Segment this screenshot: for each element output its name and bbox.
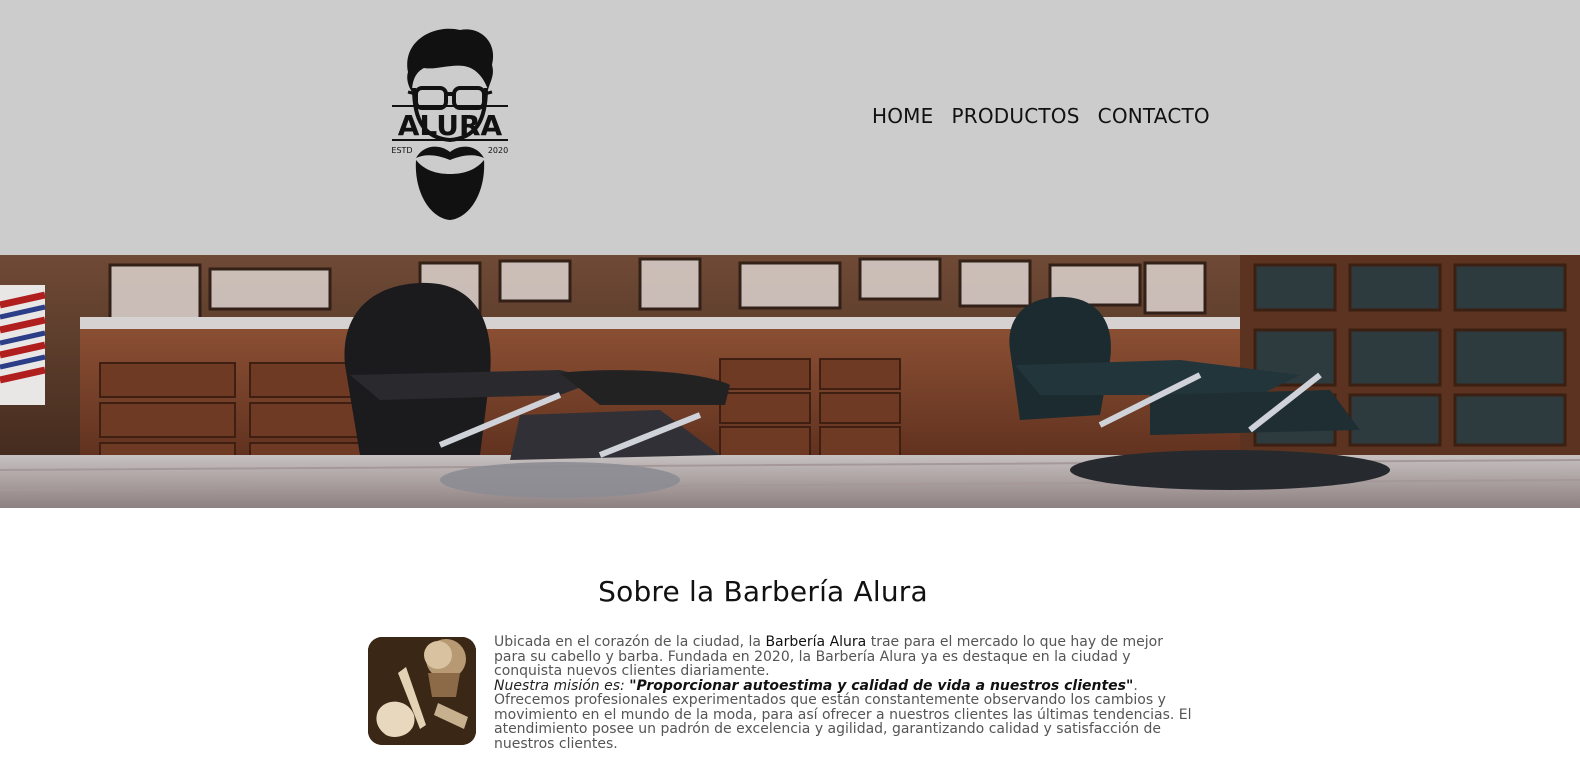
shaving-brush-icon	[368, 637, 476, 745]
nav-productos-link[interactable]: PRODUCTOS	[951, 104, 1079, 128]
main-nav: HOME PRODUCTOS CONTACTO	[872, 104, 1210, 128]
about-title: Sobre la Barbería Alura	[598, 575, 928, 608]
about-p2: Ofrecemos profesionales experimentados q…	[494, 692, 1192, 752]
nav-home-link[interactable]: HOME	[872, 104, 933, 128]
svg-text:2020: 2020	[488, 146, 508, 155]
barbershop-banner	[0, 255, 1580, 508]
shaving-kit-image	[368, 637, 476, 745]
barbershop-photo	[0, 255, 1580, 508]
nav-contacto-link[interactable]: CONTACTO	[1098, 104, 1210, 128]
svg-text:ESTD: ESTD	[391, 146, 412, 155]
svg-text:ALURA: ALURA	[398, 109, 503, 142]
bearded-man-logo-icon: ALURA ESTD 2020	[391, 28, 508, 220]
site-header: ALURA ESTD 2020 HOME PRODUCTOS CONTACTO	[0, 0, 1580, 255]
alura-logo[interactable]: ALURA ESTD 2020	[380, 20, 520, 230]
about-text: Ubicada en el corazón de la ciudad, la B…	[494, 635, 1199, 751]
